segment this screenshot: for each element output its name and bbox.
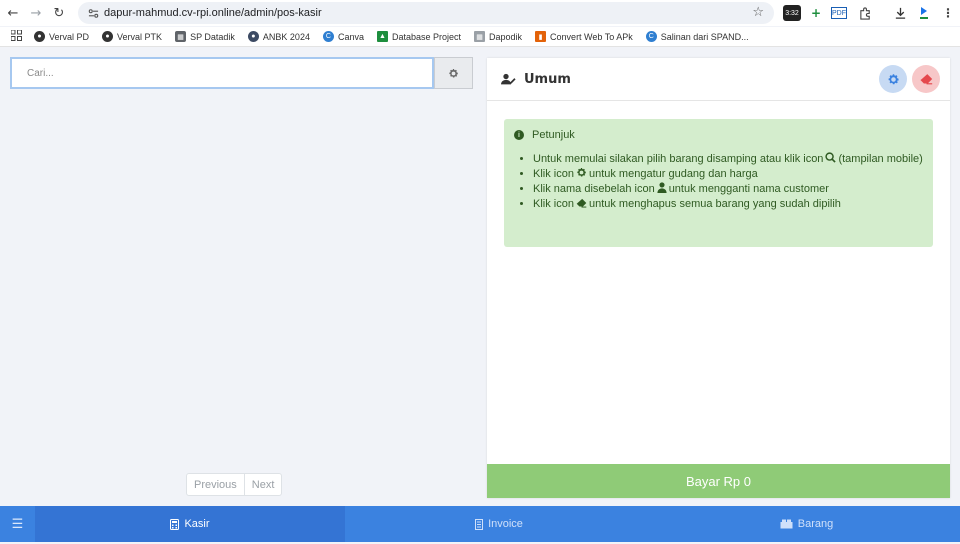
forward-icon[interactable]: → bbox=[26, 3, 46, 23]
bookmark-item[interactable]: C Salinan dari SPAND... bbox=[645, 31, 749, 42]
plus-extension-icon[interactable]: + bbox=[808, 3, 824, 23]
info-icon: i bbox=[514, 130, 524, 140]
menu-hamburger-icon[interactable]: ☰ bbox=[0, 506, 35, 542]
bookmark-item[interactable]: ▦ Dapodik bbox=[474, 31, 522, 42]
help-list: Untuk memulai silakan pilih barang disam… bbox=[523, 152, 923, 212]
download-icon[interactable] bbox=[892, 3, 908, 23]
gear-icon bbox=[577, 168, 586, 177]
globe-icon: ● bbox=[34, 31, 45, 42]
pdf-extension-icon[interactable]: PDF bbox=[831, 7, 847, 19]
document-icon: ▦ bbox=[175, 31, 187, 42]
boxes-icon bbox=[780, 519, 793, 529]
search-group bbox=[10, 57, 473, 89]
tab-barang[interactable]: Barang bbox=[653, 506, 960, 542]
bookmark-item[interactable]: ▦ SP Datadik bbox=[175, 31, 235, 42]
bookmark-item[interactable]: ▮ Convert Web To APk bbox=[535, 31, 633, 42]
previous-page-button[interactable]: Previous bbox=[187, 474, 244, 495]
browser-toolbar: ← → ↻ dapur-mahmud.cv-rpi.online/admin/p… bbox=[0, 0, 960, 26]
calculator-icon bbox=[170, 518, 180, 530]
bookmark-item[interactable]: C Canva bbox=[322, 31, 364, 42]
profile-extension-icon[interactable] bbox=[916, 3, 932, 23]
bookmark-star-icon[interactable]: ☆ bbox=[752, 5, 764, 20]
back-icon[interactable]: ← bbox=[3, 3, 23, 23]
help-item: Klik iconuntuk mengatur gudang dan harga bbox=[533, 167, 923, 182]
customer-name[interactable]: Umum bbox=[524, 72, 571, 87]
page-icon: ▦ bbox=[474, 31, 486, 42]
invoice-icon bbox=[475, 518, 484, 530]
canva-icon: C bbox=[322, 31, 334, 42]
cart-header: Umum bbox=[487, 58, 950, 101]
user-icon bbox=[657, 182, 667, 193]
gear-icon bbox=[888, 73, 899, 84]
next-page-button[interactable]: Next bbox=[243, 474, 282, 495]
emblem-icon: ● bbox=[247, 31, 259, 42]
pagination: Previous Next bbox=[186, 473, 283, 496]
search-icon bbox=[825, 152, 837, 163]
timer-extension-icon[interactable]: 3:32 bbox=[783, 5, 801, 21]
globe-icon: ● bbox=[102, 31, 114, 42]
apps-grid-icon[interactable] bbox=[6, 29, 26, 44]
reload-icon[interactable]: ↻ bbox=[49, 3, 69, 23]
bookmark-item[interactable]: ● Verval PD bbox=[34, 31, 89, 42]
eraser-icon bbox=[920, 74, 932, 85]
canva-icon: C bbox=[645, 31, 657, 42]
drive-icon: ▲ bbox=[376, 31, 388, 42]
bookmark-item[interactable]: ● ANBK 2024 bbox=[247, 31, 310, 42]
bookmark-item[interactable]: ▲ Database Project bbox=[376, 31, 461, 42]
warehouse-settings-button[interactable] bbox=[879, 65, 907, 93]
tab-kasir[interactable]: Kasir bbox=[35, 506, 345, 542]
cart-panel: Umum i Petunjuk Untuk memulai silakan pi… bbox=[487, 58, 950, 498]
help-alert: i Petunjuk Untuk memulai silakan pilih b… bbox=[504, 119, 933, 247]
help-item: Untuk memulai silakan pilih barang disam… bbox=[533, 152, 923, 167]
help-title: i Petunjuk bbox=[514, 129, 575, 141]
bookmarks-bar: ● Verval PD ● Verval PTK ▦ SP Datadik ● ANBK… bbox=[0, 27, 960, 47]
tab-invoice[interactable]: Invoice bbox=[345, 506, 653, 542]
search-input[interactable] bbox=[10, 57, 434, 89]
url-text[interactable]: dapur-mahmud.cv-rpi.online/admin/pos-kas… bbox=[104, 7, 322, 19]
clear-cart-button[interactable] bbox=[912, 65, 940, 93]
help-item: Klik iconuntuk menghapus semua barang ya… bbox=[533, 197, 923, 212]
address-bar[interactable]: dapur-mahmud.cv-rpi.online/admin/pos-kas… bbox=[78, 2, 774, 24]
chart-icon: ▮ bbox=[535, 31, 547, 42]
bottom-navigation: ☰ Kasir Invoice Barang bbox=[0, 506, 960, 542]
user-edit-icon bbox=[501, 73, 517, 85]
extensions-puzzle-icon[interactable] bbox=[857, 3, 873, 23]
eraser-icon bbox=[576, 198, 587, 208]
help-item: Klik nama disebelah iconuntuk mengganti … bbox=[533, 182, 923, 197]
gear-icon bbox=[449, 68, 458, 78]
site-settings-icon[interactable] bbox=[82, 2, 104, 24]
bookmark-item[interactable]: ● Verval PTK bbox=[102, 31, 162, 42]
pay-button[interactable]: Bayar Rp 0 bbox=[487, 464, 950, 498]
search-settings-button[interactable] bbox=[434, 57, 473, 89]
browser-menu-icon[interactable]: ⋮ bbox=[940, 3, 956, 23]
